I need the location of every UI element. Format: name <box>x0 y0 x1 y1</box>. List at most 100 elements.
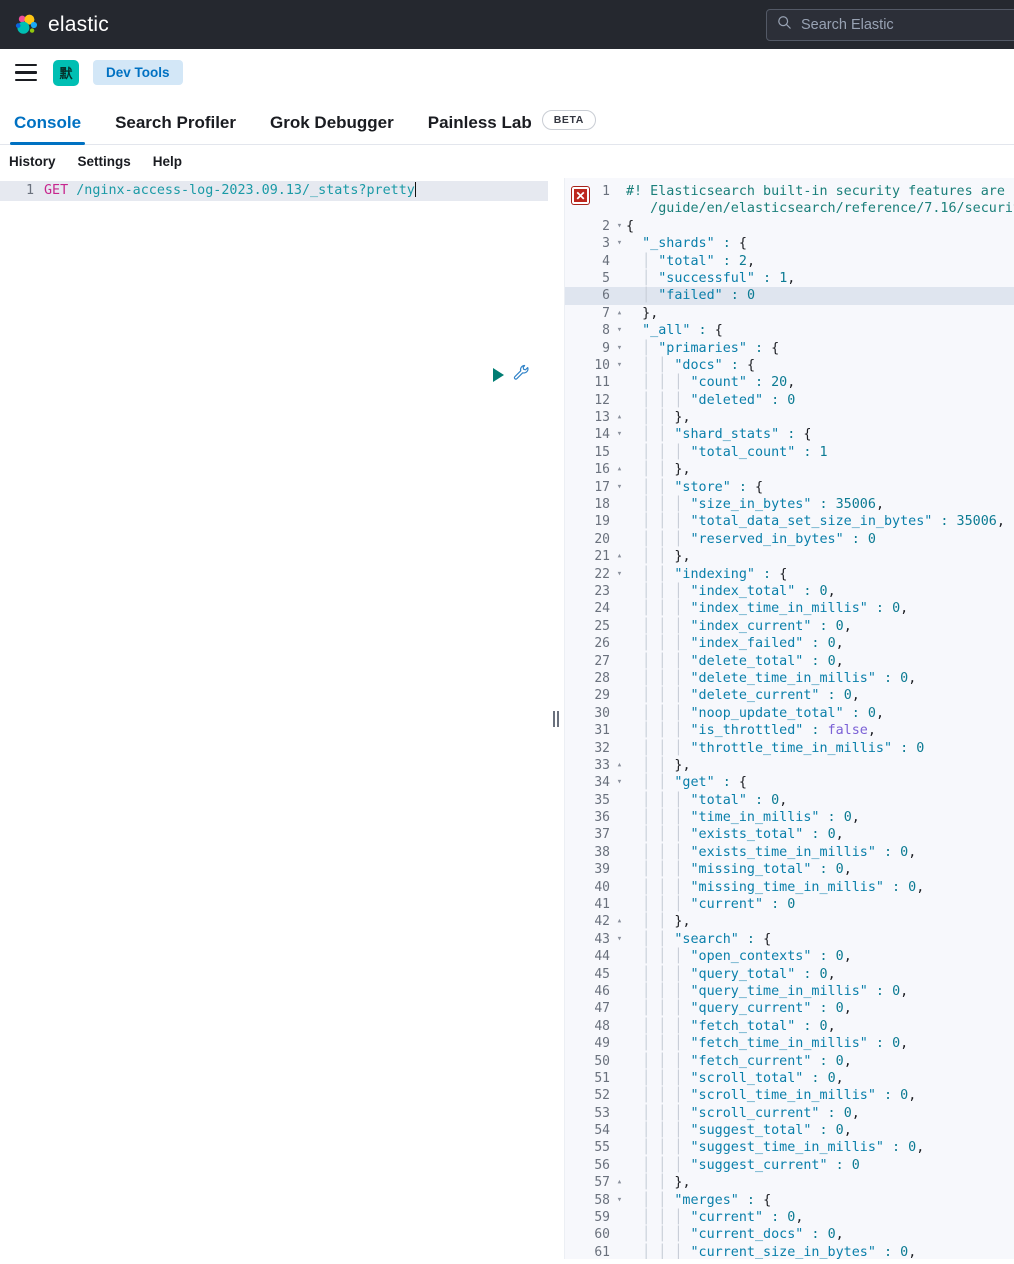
response-line[interactable]: 11 │ │ │ "count" : 20, <box>565 374 1014 391</box>
settings-button[interactable]: Settings <box>78 154 131 169</box>
response-line[interactable]: 48 │ │ │ "fetch_total" : 0, <box>565 1018 1014 1035</box>
response-line[interactable]: 56 │ │ │ "suggest_current" : 0 <box>565 1157 1014 1174</box>
response-line[interactable]: 19 │ │ │ "total_data_set_size_in_bytes" … <box>565 513 1014 530</box>
request-editor[interactable]: 1 GET /nginx-access-log-2023.09.13/_stat… <box>0 178 548 201</box>
response-line[interactable]: 4 │ "total" : 2, <box>565 253 1014 270</box>
response-line[interactable]: 45 │ │ │ "query_total" : 0, <box>565 966 1014 983</box>
brand[interactable]: elastic <box>14 12 109 37</box>
response-line[interactable]: 1 #! Elasticsearch built-in security feat… <box>565 183 1014 200</box>
fold-toggle-icon[interactable]: ▾ <box>613 357 626 374</box>
response-line[interactable]: 13 ▴ │ │ }, <box>565 409 1014 426</box>
response-line[interactable]: 17 ▾ │ │ "store" : { <box>565 479 1014 496</box>
response-line[interactable]: 20 │ │ │ "reserved_in_bytes" : 0 <box>565 531 1014 548</box>
response-line[interactable]: 54 │ │ │ "suggest_total" : 0, <box>565 1122 1014 1139</box>
tab-painless-lab[interactable]: Painless Lab BETA <box>424 110 600 144</box>
response-line[interactable]: 43 ▾ │ │ "search" : { <box>565 931 1014 948</box>
pane-splitter[interactable] <box>548 178 564 1259</box>
response-line[interactable]: 57 ▴ │ │ }, <box>565 1174 1014 1191</box>
fold-toggle-icon[interactable]: ▾ <box>613 1192 626 1209</box>
response-line[interactable]: 50 │ │ │ "fetch_current" : 0, <box>565 1053 1014 1070</box>
response-horizontal-scrollbar[interactable] <box>565 1255 1014 1259</box>
response-line[interactable]: 59 │ │ │ "current" : 0, <box>565 1209 1014 1226</box>
response-line[interactable]: 37 │ │ │ "exists_total" : 0, <box>565 826 1014 843</box>
drag-handle-icon[interactable] <box>553 710 559 727</box>
response-line[interactable]: 16 ▴ │ │ }, <box>565 461 1014 478</box>
fold-toggle-icon[interactable]: ▾ <box>613 340 626 357</box>
response-line[interactable]: 36 │ │ │ "time_in_millis" : 0, <box>565 809 1014 826</box>
response-line[interactable]: 34 ▾ │ │ "get" : { <box>565 774 1014 791</box>
help-button[interactable]: Help <box>153 154 182 169</box>
response-editor[interactable]: 1 #! Elasticsearch built-in security feat… <box>565 178 1014 1259</box>
fold-toggle-icon[interactable]: ▾ <box>613 931 626 948</box>
response-line[interactable]: 40 │ │ │ "missing_time_in_millis" : 0, <box>565 879 1014 896</box>
response-line[interactable]: 25 │ │ │ "index_current" : 0, <box>565 618 1014 635</box>
response-line[interactable]: 55 │ │ │ "suggest_time_in_millis" : 0, <box>565 1139 1014 1156</box>
fold-toggle-icon[interactable]: ▴ <box>613 461 626 478</box>
fold-toggle-icon[interactable]: ▾ <box>613 235 626 252</box>
response-line[interactable]: 44 │ │ │ "open_contexts" : 0, <box>565 948 1014 965</box>
response-line[interactable]: 9 ▾ │ "primaries" : { <box>565 340 1014 357</box>
fold-toggle-icon[interactable]: ▾ <box>613 426 626 443</box>
response-line[interactable]: 15 │ │ │ "total_count" : 1 <box>565 444 1014 461</box>
response-line[interactable]: 6 │ "failed" : 0 <box>565 287 1014 305</box>
request-editor-line[interactable]: 1 GET /nginx-access-log-2023.09.13/_stat… <box>0 181 548 201</box>
response-line[interactable]: 28 │ │ │ "delete_time_in_millis" : 0, <box>565 670 1014 687</box>
response-line[interactable]: 10 ▾ │ │ "docs" : { <box>565 357 1014 374</box>
response-line[interactable]: 31 │ │ │ "is_throttled" : false, <box>565 722 1014 739</box>
response-line[interactable]: 58 ▾ │ │ "merges" : { <box>565 1192 1014 1209</box>
fold-toggle-icon[interactable]: ▾ <box>613 774 626 791</box>
fold-toggle-icon[interactable]: ▴ <box>613 548 626 565</box>
response-line[interactable]: 49 │ │ │ "fetch_time_in_millis" : 0, <box>565 1035 1014 1052</box>
response-line[interactable]: 42 ▴ │ │ }, <box>565 913 1014 930</box>
fold-toggle-icon[interactable]: ▾ <box>613 479 626 496</box>
response-line[interactable]: 30 │ │ │ "noop_update_total" : 0, <box>565 705 1014 722</box>
tab-console[interactable]: Console <box>10 113 86 145</box>
tab-grok-debugger[interactable]: Grok Debugger <box>266 113 398 144</box>
fold-toggle-icon[interactable]: ▾ <box>613 218 626 235</box>
breadcrumb-dev-tools[interactable]: Dev Tools <box>93 60 183 85</box>
response-line[interactable]: 53 │ │ │ "scroll_current" : 0, <box>565 1105 1014 1122</box>
response-line[interactable]: 51 │ │ │ "scroll_total" : 0, <box>565 1070 1014 1087</box>
response-line[interactable]: 23 │ │ │ "index_total" : 0, <box>565 583 1014 600</box>
request-line-content[interactable]: GET /nginx-access-log-2023.09.13/_stats?… <box>44 182 417 199</box>
response-line[interactable]: 41 │ │ │ "current" : 0 <box>565 896 1014 913</box>
fold-toggle-icon[interactable]: ▴ <box>613 305 626 322</box>
fold-toggle-icon[interactable]: ▾ <box>613 566 626 583</box>
response-line[interactable]: 2 ▾{ <box>565 218 1014 235</box>
hamburger-menu-icon[interactable] <box>15 62 39 84</box>
response-pane[interactable]: ✕ 1 #! Elasticsearch built-in security fe… <box>564 178 1014 1259</box>
response-line[interactable]: 29 │ │ │ "delete_current" : 0, <box>565 687 1014 704</box>
global-search-box[interactable]: Search Elastic <box>766 9 1014 41</box>
response-line[interactable]: /guide/en/elasticsearch/reference/7.16/s… <box>565 200 1014 217</box>
response-line[interactable]: 60 │ │ │ "current_docs" : 0, <box>565 1226 1014 1243</box>
tab-search-profiler[interactable]: Search Profiler <box>111 113 240 144</box>
response-line[interactable]: 27 │ │ │ "delete_total" : 0, <box>565 653 1014 670</box>
response-line[interactable]: 33 ▴ │ │ }, <box>565 757 1014 774</box>
fold-toggle-icon[interactable]: ▴ <box>613 1174 626 1191</box>
fold-toggle-icon[interactable]: ▴ <box>613 757 626 774</box>
request-editor-pane[interactable]: 1 GET /nginx-access-log-2023.09.13/_stat… <box>0 178 548 1259</box>
response-line[interactable]: 14 ▾ │ │ "shard_stats" : { <box>565 426 1014 443</box>
response-line[interactable]: 8 ▾ "_all" : { <box>565 322 1014 339</box>
space-avatar[interactable]: 默 <box>53 59 79 86</box>
response-line[interactable]: 12 │ │ │ "deleted" : 0 <box>565 392 1014 409</box>
response-line[interactable]: 38 │ │ │ "exists_time_in_millis" : 0, <box>565 844 1014 861</box>
fold-toggle-icon[interactable]: ▾ <box>613 322 626 339</box>
response-line[interactable]: 52 │ │ │ "scroll_time_in_millis" : 0, <box>565 1087 1014 1104</box>
response-line[interactable]: 24 │ │ │ "index_time_in_millis" : 0, <box>565 600 1014 617</box>
history-button[interactable]: History <box>9 154 56 169</box>
fold-toggle-icon[interactable]: ▴ <box>613 913 626 930</box>
response-line[interactable]: 18 │ │ │ "size_in_bytes" : 35006, <box>565 496 1014 513</box>
wrench-icon[interactable] <box>513 364 530 386</box>
response-line[interactable]: 22 ▾ │ │ "indexing" : { <box>565 566 1014 583</box>
response-line[interactable]: 5 │ "successful" : 1, <box>565 270 1014 287</box>
response-line[interactable]: 32 │ │ │ "throttle_time_in_millis" : 0 <box>565 740 1014 757</box>
response-line[interactable]: 26 │ │ │ "index_failed" : 0, <box>565 635 1014 652</box>
response-line[interactable]: 46 │ │ │ "query_time_in_millis" : 0, <box>565 983 1014 1000</box>
response-line[interactable]: 7 ▴ }, <box>565 305 1014 322</box>
response-line[interactable]: 35 │ │ │ "total" : 0, <box>565 792 1014 809</box>
fold-toggle-icon[interactable]: ▴ <box>613 409 626 426</box>
response-line[interactable]: 39 │ │ │ "missing_total" : 0, <box>565 861 1014 878</box>
response-line[interactable]: 21 ▴ │ │ }, <box>565 548 1014 565</box>
run-request-play-icon[interactable] <box>493 368 504 382</box>
